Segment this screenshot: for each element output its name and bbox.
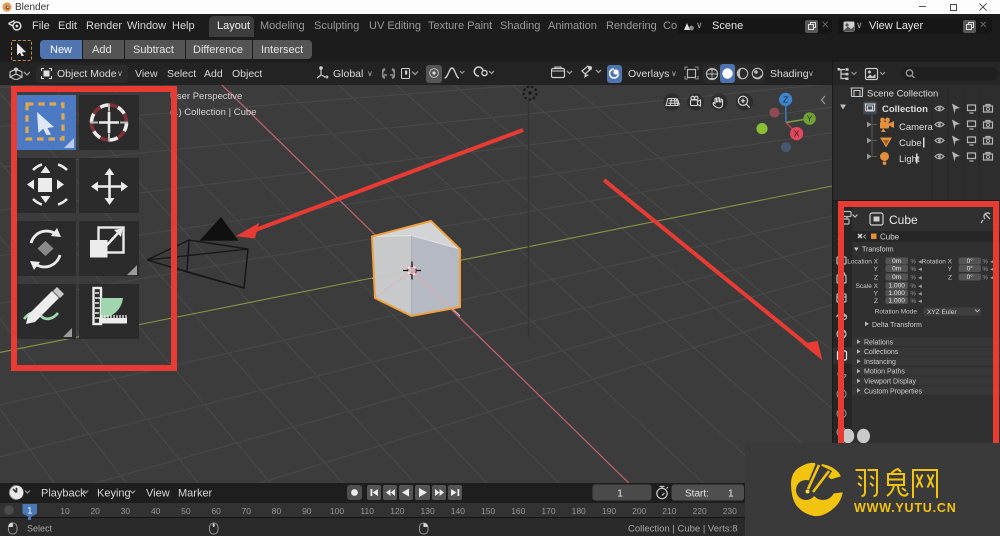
- svg-text:Collection | Cube | Verts:8: Collection | Cube | Verts:8: [628, 524, 738, 535]
- svg-text:Keying: Keying: [97, 488, 131, 500]
- svg-text:(1) Collection | Cube: (1) Collection | Cube: [170, 107, 256, 118]
- svg-text:Y: Y: [807, 114, 813, 124]
- svg-text:50: 50: [181, 506, 191, 516]
- svg-text:Start:: Start:: [685, 489, 709, 500]
- svg-text:140: 140: [451, 506, 465, 516]
- svg-text:230: 230: [723, 506, 737, 516]
- svg-text:210: 210: [662, 506, 676, 516]
- svg-text:160: 160: [511, 506, 525, 516]
- svg-text:Camera: Camera: [899, 122, 934, 133]
- svg-text:110: 110: [360, 506, 374, 516]
- svg-text:190: 190: [602, 506, 616, 516]
- svg-text:170: 170: [541, 506, 555, 516]
- svg-text:220: 220: [693, 506, 707, 516]
- svg-text:120: 120: [390, 506, 404, 516]
- svg-text:Select: Select: [27, 524, 53, 534]
- svg-text:WWW.YUTU.CN: WWW.YUTU.CN: [854, 501, 957, 515]
- svg-text:60: 60: [211, 506, 221, 516]
- svg-text:1: 1: [27, 506, 32, 516]
- svg-text:80: 80: [272, 506, 282, 516]
- svg-text:Cube: Cube: [899, 138, 922, 149]
- svg-text:X: X: [794, 129, 800, 139]
- svg-text:1: 1: [617, 489, 623, 500]
- svg-text:10: 10: [60, 506, 70, 516]
- svg-text:Z: Z: [783, 94, 788, 104]
- svg-text:90: 90: [302, 506, 312, 516]
- svg-text:Collection: Collection: [882, 104, 928, 115]
- svg-text:130: 130: [421, 506, 435, 516]
- svg-text:Playback: Playback: [41, 488, 86, 500]
- svg-text:20: 20: [90, 506, 100, 516]
- svg-text:Marker: Marker: [178, 488, 213, 500]
- svg-text:1: 1: [728, 489, 734, 500]
- svg-text:Scene Collection: Scene Collection: [867, 88, 938, 99]
- svg-text:200: 200: [632, 506, 646, 516]
- svg-text:70: 70: [242, 506, 252, 516]
- svg-text:150: 150: [481, 506, 495, 516]
- svg-text:View: View: [146, 488, 170, 500]
- svg-text:180: 180: [572, 506, 586, 516]
- svg-text:User Perspective: User Perspective: [170, 91, 242, 102]
- svg-text:30: 30: [121, 506, 131, 516]
- svg-text:100: 100: [330, 506, 344, 516]
- svg-text:40: 40: [151, 506, 161, 516]
